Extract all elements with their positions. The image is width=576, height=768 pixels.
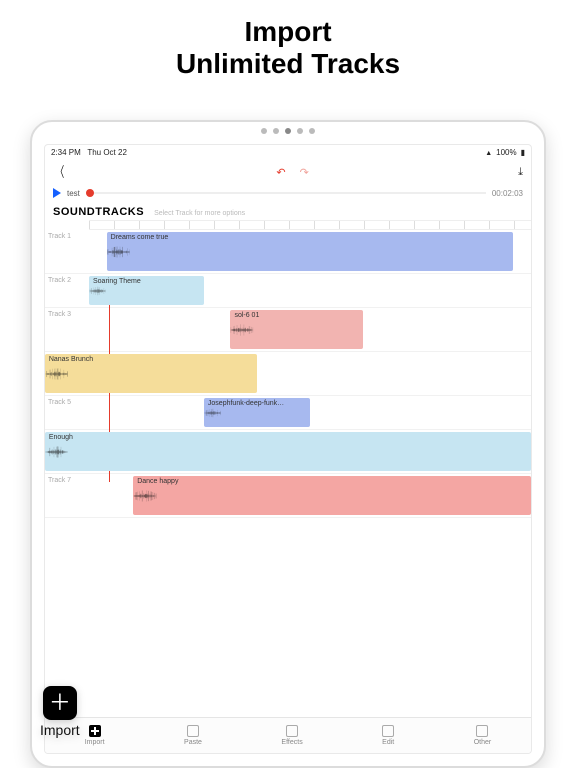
tab-import[interactable]: Import: [85, 725, 105, 746]
import-callout-icon: ＋: [43, 686, 77, 720]
track-row[interactable]: Track 1 Dreams come true: [45, 230, 531, 274]
audio-clip[interactable]: Dance happy: [133, 476, 531, 515]
track-label: Track 2: [45, 274, 89, 307]
time-ruler[interactable]: [89, 220, 531, 230]
track-row[interactable]: Track 5 Josephfunk-deep-funk…: [45, 396, 531, 430]
play-button[interactable]: [53, 188, 61, 198]
tablet-frame: 2:34 PM Thu Oct 22 100% ▮ 〈 ↶ ↷ ⤓ test: [30, 120, 546, 768]
battery-text: 100%: [496, 148, 516, 157]
status-bar: 2:34 PM Thu Oct 22 100% ▮: [45, 145, 531, 160]
paste-icon: [187, 725, 199, 737]
import-callout: ＋ Import: [40, 686, 80, 738]
tab-effects[interactable]: Effects: [281, 725, 302, 746]
speaker-dots: [261, 128, 315, 134]
tab-paste-label: Paste: [184, 739, 202, 746]
track-label: Track 7: [45, 474, 89, 517]
tab-other[interactable]: Other: [474, 725, 492, 746]
edit-icon: [382, 725, 394, 737]
track-lane[interactable]: Nanas Brunch: [89, 352, 531, 395]
status-right: 100% ▮: [485, 148, 525, 157]
audio-clip[interactable]: Enough: [45, 432, 531, 471]
bottom-tab-bar: Import Paste Effects Edit Other: [45, 717, 531, 753]
tab-import-label: Import: [85, 739, 105, 746]
status-left: 2:34 PM Thu Oct 22: [51, 148, 127, 157]
scrubber[interactable]: [86, 192, 486, 194]
audio-clip[interactable]: Dreams come true: [107, 232, 514, 271]
headline-line-2: Unlimited Tracks: [176, 48, 400, 79]
section-hint: Select Track for more options: [154, 210, 245, 217]
tab-edit-label: Edit: [382, 739, 394, 746]
audio-clip[interactable]: sol-6 01: [230, 310, 363, 349]
nav-row: 〈 ↶ ↷ ⤓: [45, 160, 531, 184]
redo-button[interactable]: ↷: [300, 166, 309, 179]
audio-clip[interactable]: Soaring Theme: [89, 276, 204, 305]
track-label: Track 5: [45, 396, 89, 429]
track-lane[interactable]: Enough: [89, 430, 531, 473]
tracks-area: Track 1Dreams come trueTrack 2Soaring Th…: [45, 230, 531, 518]
section-title: SOUNDTRACKS: [53, 206, 144, 218]
wifi-icon: [485, 148, 492, 157]
other-icon: [476, 725, 488, 737]
back-button[interactable]: 〈: [56, 162, 64, 182]
tab-edit[interactable]: Edit: [382, 725, 394, 746]
tab-other-label: Other: [474, 739, 492, 746]
track-row[interactable]: Track 7 Dance happy: [45, 474, 531, 518]
scrubber-knob[interactable]: [86, 189, 94, 197]
export-button[interactable]: ⤓: [518, 166, 523, 179]
effects-icon: [286, 725, 298, 737]
track-label: Track 3: [45, 308, 89, 351]
tab-effects-label: Effects: [281, 739, 302, 746]
import-callout-label: Import: [40, 722, 80, 738]
app-screen: 2:34 PM Thu Oct 22 100% ▮ 〈 ↶ ↷ ⤓ test: [44, 144, 532, 754]
marketing-headline: Import Unlimited Tracks: [0, 0, 576, 100]
track-row[interactable]: Track 6Enough: [45, 430, 531, 474]
track-label: Track 1: [45, 230, 89, 273]
undo-button[interactable]: ↶: [276, 166, 285, 179]
track-row[interactable]: Track 2Soaring Theme: [45, 274, 531, 308]
audio-clip[interactable]: Josephfunk-deep-funk…: [204, 398, 310, 427]
track-lane[interactable]: Josephfunk-deep-funk…: [89, 396, 531, 429]
project-row: test 00:02:03: [45, 184, 531, 200]
project-name: test: [67, 189, 80, 198]
track-row[interactable]: Track 3 sol-6 01: [45, 308, 531, 352]
section-header: SOUNDTRACKS Select Track for more option…: [45, 200, 531, 220]
track-lane[interactable]: Dance happy: [89, 474, 531, 517]
track-row[interactable]: Track 4Nanas Brunch: [45, 352, 531, 396]
tab-paste[interactable]: Paste: [184, 725, 202, 746]
battery-icon: ▮: [521, 148, 525, 157]
timecode: 00:02:03: [492, 189, 523, 198]
track-lane[interactable]: Dreams come true: [89, 230, 531, 273]
plus-icon: [89, 725, 101, 737]
track-lane[interactable]: Soaring Theme: [89, 274, 531, 307]
status-time: 2:34 PM: [51, 148, 81, 157]
headline-line-1: Import: [244, 16, 331, 47]
status-date: Thu Oct 22: [87, 148, 127, 157]
audio-clip[interactable]: Nanas Brunch: [45, 354, 257, 393]
track-lane[interactable]: sol-6 01: [89, 308, 531, 351]
